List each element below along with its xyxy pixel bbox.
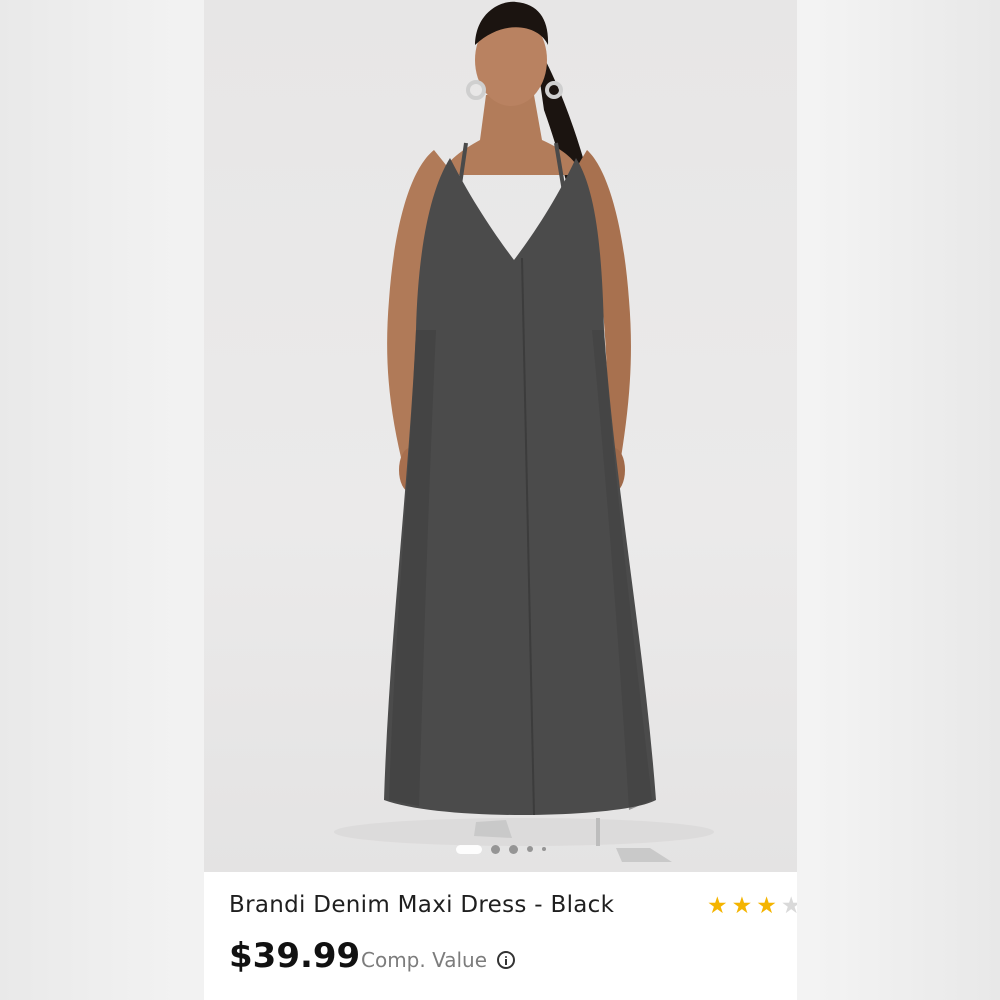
screenshot-frame: Brandi Denim Maxi Dress - Black ★ ★ ★ ★ … bbox=[0, 0, 1000, 1000]
carousel-dot[interactable] bbox=[541, 847, 546, 851]
star-icon: ★ bbox=[731, 893, 753, 919]
carousel-dot[interactable] bbox=[526, 846, 533, 852]
product-info: Brandi Denim Maxi Dress - Black ★ ★ ★ ★ … bbox=[204, 872, 797, 1000]
product-photo[interactable] bbox=[204, 0, 797, 872]
product-card[interactable]: Brandi Denim Maxi Dress - Black ★ ★ ★ ★ … bbox=[204, 0, 797, 1000]
rating-stars[interactable]: ★ ★ ★ ★ bbox=[707, 892, 797, 920]
star-icon: ★ bbox=[707, 893, 728, 919]
star-icon: ★ bbox=[756, 893, 777, 919]
carousel-dot-active[interactable] bbox=[455, 844, 482, 854]
product-title[interactable]: Brandi Denim Maxi Dress - Black bbox=[229, 892, 614, 918]
carousel-dot[interactable] bbox=[508, 844, 518, 854]
info-circle-icon[interactable] bbox=[497, 951, 516, 969]
product-price: $39.99 bbox=[229, 936, 361, 976]
comp-value-label: Comp. Value bbox=[361, 948, 488, 972]
star-icon: ★ bbox=[780, 893, 797, 919]
carousel-dot[interactable] bbox=[490, 844, 500, 854]
carousel-indicator[interactable] bbox=[204, 842, 797, 856]
model-illustration bbox=[334, 1, 714, 862]
comp-value[interactable]: Comp. Value bbox=[361, 948, 516, 972]
